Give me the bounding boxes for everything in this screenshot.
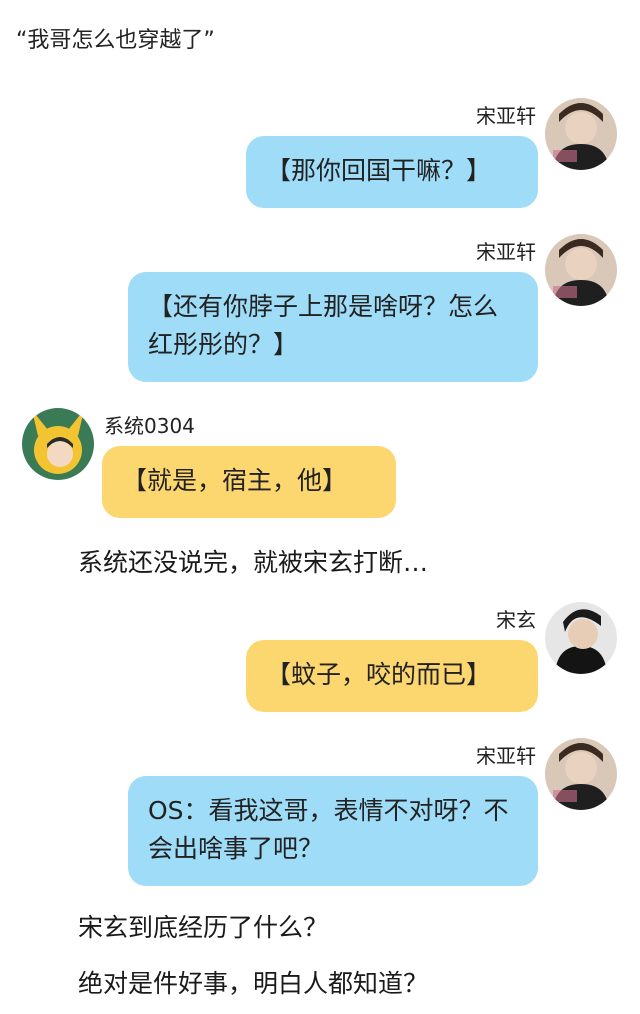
avatar-system[interactable] bbox=[22, 408, 94, 480]
message-bubble: 【那你回国干嘛？】 bbox=[246, 136, 538, 208]
narration-line: 宋玄到底经历了什么？ bbox=[78, 913, 329, 942]
narration-line: 绝对是件好事，明白人都知道？ bbox=[78, 969, 429, 998]
sender-name: 宋亚轩 bbox=[476, 104, 536, 128]
message-bubble: OS：看我这哥，表情不对呀？不会出啥事了吧？ bbox=[128, 776, 538, 886]
narration-line: 系统还没说完，就被宋玄打断… bbox=[78, 548, 429, 577]
sender-name: 宋亚轩 bbox=[476, 240, 536, 264]
avatar-songyaxuan[interactable] bbox=[545, 98, 617, 170]
avatar-songxuan[interactable] bbox=[545, 602, 617, 674]
sender-name: 宋玄 bbox=[496, 608, 536, 632]
sender-name: 宋亚轩 bbox=[476, 744, 536, 768]
message-bubble: 【就是，宿主，他】 bbox=[102, 446, 396, 518]
page-title: “我哥怎么也穿越了” bbox=[16, 28, 215, 53]
message-bubble: 【蚊子，咬的而已】 bbox=[246, 640, 538, 712]
avatar-songyaxuan[interactable] bbox=[545, 234, 617, 306]
sender-name: 系统0304 bbox=[104, 414, 195, 438]
message-bubble: 【还有你脖子上那是啥呀？怎么红彤彤的？】 bbox=[128, 272, 538, 382]
avatar-songyaxuan[interactable] bbox=[545, 738, 617, 810]
